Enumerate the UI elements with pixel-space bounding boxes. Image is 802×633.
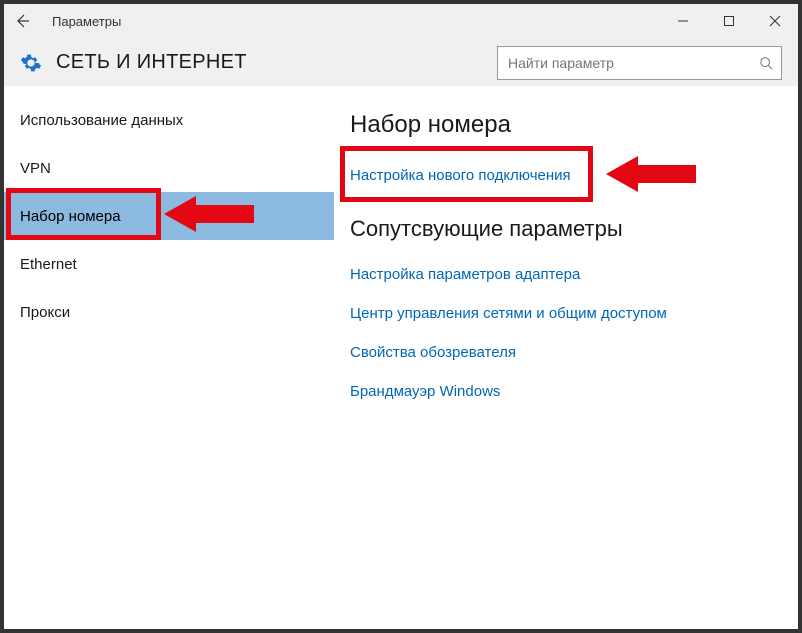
close-button[interactable] — [752, 4, 798, 38]
link-network-sharing-center[interactable]: Центр управления сетями и общим доступом — [350, 305, 782, 322]
close-icon — [769, 15, 781, 27]
link-new-connection[interactable]: Настройка нового подключения — [350, 167, 782, 184]
sidebar-item-label: VPN — [20, 160, 51, 177]
gear-icon — [20, 52, 40, 72]
sidebar-item-label: Набор номера — [20, 208, 121, 225]
body: Использование данных VPN Набор номера Et… — [4, 86, 798, 629]
sidebar-item-label: Прокси — [20, 304, 70, 321]
maximize-button[interactable] — [706, 4, 752, 38]
sidebar-item-vpn[interactable]: VPN — [4, 144, 334, 192]
search-icon — [751, 56, 781, 70]
related-heading: Сопутсвующие параметры — [350, 216, 782, 242]
link-adapter-settings[interactable]: Настройка параметров адаптера — [350, 266, 782, 283]
sidebar-item-dialup[interactable]: Набор номера — [4, 192, 334, 240]
minimize-button[interactable] — [660, 4, 706, 38]
link-windows-firewall[interactable]: Брандмауэр Windows — [350, 383, 782, 400]
section-heading: Набор номера — [350, 111, 782, 139]
window-title: Параметры — [52, 14, 121, 29]
back-button[interactable] — [4, 4, 40, 38]
search-box[interactable] — [497, 46, 782, 80]
header: СЕТЬ И ИНТЕРНЕТ — [4, 38, 798, 86]
search-input[interactable] — [498, 55, 751, 71]
header-title: СЕТЬ И ИНТЕРНЕТ — [56, 51, 247, 74]
back-arrow-icon — [14, 13, 30, 29]
window-controls — [660, 4, 798, 38]
minimize-icon — [677, 15, 689, 27]
sidebar: Использование данных VPN Набор номера Et… — [4, 86, 334, 629]
settings-window: Параметры СЕТЬ И ИНТЕРНЕТ Использо — [0, 0, 802, 633]
titlebar: Параметры — [4, 4, 798, 38]
content-panel: Набор номера Настройка нового подключени… — [334, 86, 798, 629]
maximize-icon — [723, 15, 735, 27]
sidebar-item-ethernet[interactable]: Ethernet — [4, 240, 334, 288]
sidebar-item-proxy[interactable]: Прокси — [4, 288, 334, 336]
sidebar-item-label: Использование данных — [20, 112, 183, 129]
link-internet-options[interactable]: Свойства обозревателя — [350, 344, 782, 361]
sidebar-item-label: Ethernet — [20, 256, 77, 273]
sidebar-item-data-usage[interactable]: Использование данных — [4, 96, 334, 144]
